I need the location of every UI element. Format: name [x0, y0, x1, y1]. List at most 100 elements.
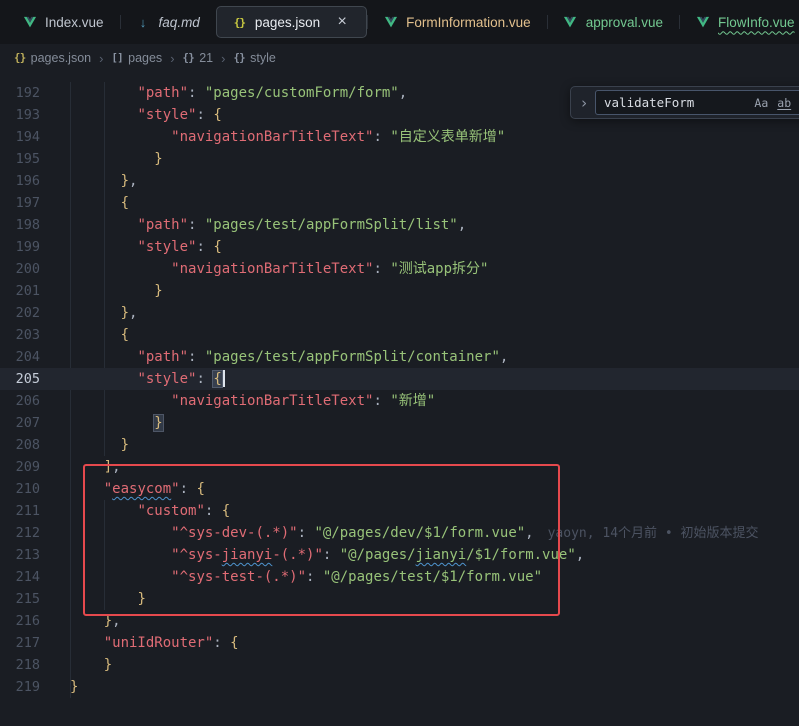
line-number[interactable]: 219 [0, 676, 56, 698]
code-line[interactable]: 194 "navigationBarTitleText": "自定义表单新增" [0, 126, 799, 148]
code-token: { [121, 327, 129, 343]
line-number[interactable]: 195 [0, 148, 56, 170]
line-number[interactable]: 203 [0, 324, 56, 346]
vue-icon [383, 15, 398, 30]
line-number[interactable]: 201 [0, 280, 56, 302]
code-token [70, 217, 137, 233]
code-line[interactable]: 208 } [0, 434, 799, 456]
code-line[interactable]: 214 "^sys-test-(.*)": "@/pages/test/$1/f… [0, 566, 799, 588]
code-line[interactable]: 209 ], [0, 456, 799, 478]
line-number[interactable]: 200 [0, 258, 56, 280]
breadcrumb-item-pages[interactable]: []pages [111, 51, 162, 65]
match-case-button[interactable]: Aa [750, 90, 772, 116]
line-content: "path": "pages/customForm/form", [56, 82, 407, 104]
code-line[interactable]: 217 "uniIdRouter": { [0, 632, 799, 654]
code-token: "新增" [390, 393, 435, 409]
code-token: , [129, 173, 137, 189]
code-line[interactable]: 211 "custom": { [0, 500, 799, 522]
tab-index-vue[interactable]: Index.vue [6, 6, 120, 38]
line-number[interactable]: 199 [0, 236, 56, 258]
breadcrumb-label: pages.json [31, 51, 91, 65]
line-number[interactable]: 216 [0, 610, 56, 632]
breadcrumb-item-pages-json[interactable]: {}pages.json [14, 51, 91, 65]
line-number[interactable]: 202 [0, 302, 56, 324]
line-number[interactable]: 217 [0, 632, 56, 654]
markdown-icon: ↓ [136, 15, 151, 30]
code-token [70, 591, 137, 607]
breadcrumb-label: style [250, 51, 276, 65]
code-line[interactable]: 205 "style": { [0, 368, 799, 390]
line-number[interactable]: 193 [0, 104, 56, 126]
code-line[interactable]: 198 "path": "pages/test/appFormSplit/lis… [0, 214, 799, 236]
breadcrumb-item-style[interactable]: {}style [233, 51, 275, 65]
code-token: , [399, 85, 407, 101]
code-line[interactable]: 218 } [0, 654, 799, 676]
line-number[interactable]: 218 [0, 654, 56, 676]
code-token [70, 437, 121, 453]
code-token: "^sys-test-(.*)" [171, 569, 306, 585]
line-content: "path": "pages/test/appFormSplit/contain… [56, 346, 508, 368]
line-number[interactable]: 214 [0, 566, 56, 588]
line-number[interactable]: 209 [0, 456, 56, 478]
code-line[interactable]: 210 "easycom": { [0, 478, 799, 500]
breadcrumb-item-21[interactable]: {}21 [183, 51, 214, 65]
code-token: " [171, 481, 179, 497]
code-line[interactable]: 219} [0, 676, 799, 698]
text-cursor [223, 370, 225, 387]
code-line[interactable]: 195 } [0, 148, 799, 170]
line-number[interactable]: 205 [0, 368, 56, 390]
code-token [70, 129, 171, 145]
code-token: { [213, 371, 221, 387]
breadcrumb-label: pages [128, 51, 162, 65]
code-line[interactable]: 206 "navigationBarTitleText": "新增" [0, 390, 799, 412]
code-token: "自定义表单新增" [390, 129, 505, 145]
find-input[interactable]: validateForm Aa ab .* [595, 90, 799, 115]
code-line[interactable]: 202 }, [0, 302, 799, 324]
tab-faq-md[interactable]: ↓faq.md [120, 6, 216, 38]
code-line[interactable]: 213 "^sys-jianyi-(.*)": "@/pages/jianyi/… [0, 544, 799, 566]
code-line[interactable]: 204 "path": "pages/test/appFormSplit/con… [0, 346, 799, 368]
tab-bar: Index.vue↓faq.md{}pages.json×FormInforma… [0, 0, 799, 44]
code-line[interactable]: 203 { [0, 324, 799, 346]
tab-label: FlowInfo.vue [718, 15, 795, 30]
line-number[interactable]: 207 [0, 412, 56, 434]
line-number[interactable]: 196 [0, 170, 56, 192]
line-number[interactable]: 212 [0, 522, 56, 544]
line-number[interactable]: 194 [0, 126, 56, 148]
tab-pages-json[interactable]: {}pages.json× [216, 6, 367, 38]
whole-word-button[interactable]: ab [773, 90, 795, 116]
code-line[interactable]: 199 "style": { [0, 236, 799, 258]
line-number[interactable]: 192 [0, 82, 56, 104]
line-number[interactable]: 204 [0, 346, 56, 368]
line-number[interactable]: 208 [0, 434, 56, 456]
code-token: : [373, 393, 390, 409]
code-token: } [121, 437, 129, 453]
line-number[interactable]: 206 [0, 390, 56, 412]
line-number[interactable]: 197 [0, 192, 56, 214]
code-line[interactable]: 215 } [0, 588, 799, 610]
tab-forminformation-vue[interactable]: FormInformation.vue [367, 6, 547, 38]
code-token: : [306, 569, 323, 585]
code-line[interactable]: 216 }, [0, 610, 799, 632]
line-content: }, [56, 170, 137, 192]
code-line[interactable]: 197 { [0, 192, 799, 214]
line-number[interactable]: 215 [0, 588, 56, 610]
line-number[interactable]: 213 [0, 544, 56, 566]
line-number[interactable]: 210 [0, 478, 56, 500]
line-content: "navigationBarTitleText": "自定义表单新增" [56, 126, 505, 148]
chevron-right-icon[interactable]: › [578, 92, 590, 114]
line-content: { [56, 324, 129, 346]
tab-flowinfo-vue[interactable]: FlowInfo.vue [679, 6, 799, 38]
code-line[interactable]: 196 }, [0, 170, 799, 192]
editor[interactable]: 192 "path": "pages/customForm/form",193 … [0, 72, 799, 726]
code-line[interactable]: 200 "navigationBarTitleText": "测试app拆分" [0, 258, 799, 280]
tab-approval-vue[interactable]: approval.vue [547, 6, 679, 38]
line-number[interactable]: 211 [0, 500, 56, 522]
code-line[interactable]: 207 } [0, 412, 799, 434]
line-number[interactable]: 198 [0, 214, 56, 236]
code-token: "style" [137, 107, 196, 123]
code-line[interactable]: 212 "^sys-dev-(.*)": "@/pages/dev/$1/for… [0, 522, 799, 544]
close-icon[interactable]: × [333, 13, 351, 31]
code-line[interactable]: 201 } [0, 280, 799, 302]
code-token [70, 283, 154, 299]
